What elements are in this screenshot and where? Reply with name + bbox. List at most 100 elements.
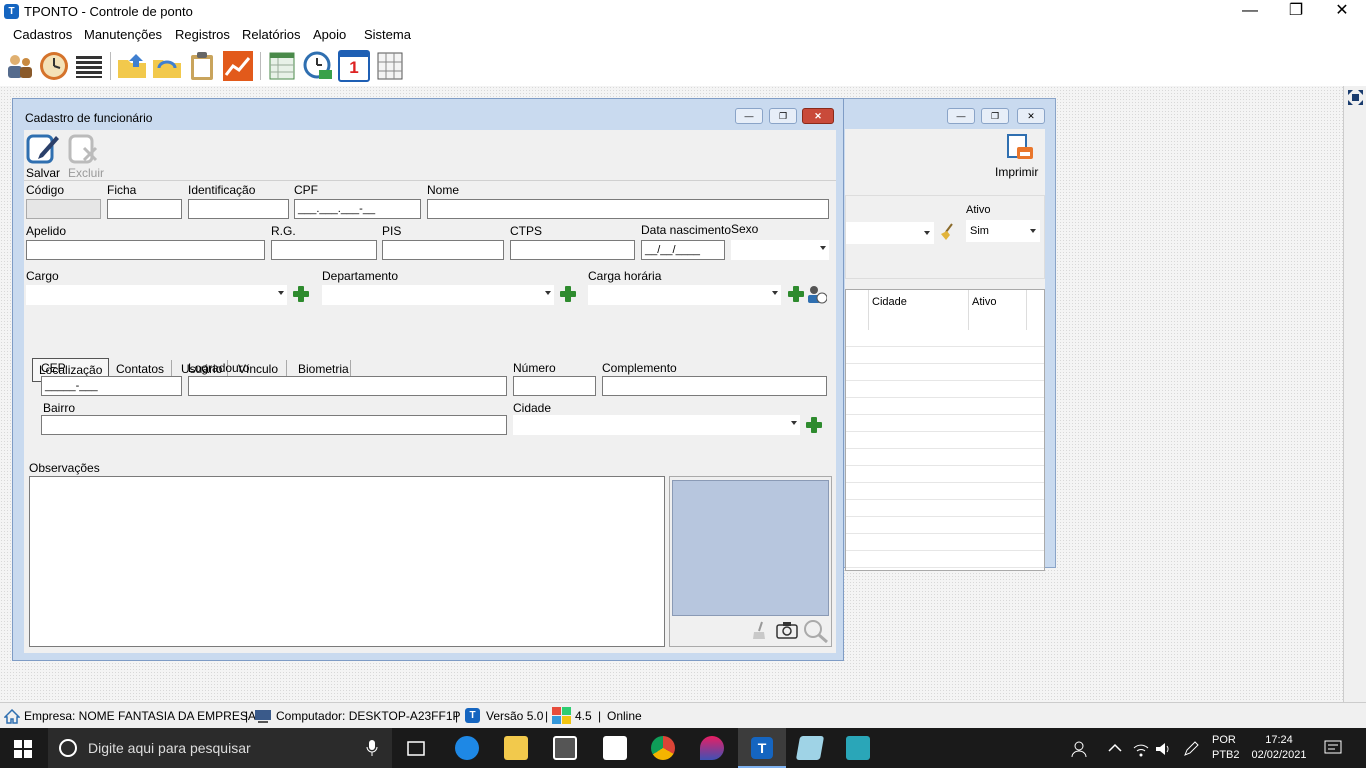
menu-apoio[interactable]: Apoio — [313, 27, 346, 42]
cidade-select[interactable] — [513, 415, 800, 435]
cep-field[interactable]: _____-___ — [41, 376, 182, 396]
status-separator: | — [598, 709, 602, 723]
fullscreen-icon[interactable] — [1347, 89, 1364, 106]
notification-icon[interactable] — [1324, 740, 1342, 756]
toolbar-separator — [110, 52, 111, 80]
file-explorer-icon[interactable] — [504, 736, 528, 760]
paint-app-icon[interactable] — [700, 736, 724, 760]
chrome-icon[interactable] — [651, 736, 675, 760]
print-label[interactable]: Imprimir — [995, 165, 1038, 179]
start-icon[interactable] — [14, 740, 32, 758]
photo-image — [672, 480, 829, 616]
nome-field[interactable] — [427, 199, 829, 219]
close-button[interactable]: ✕ — [1319, 0, 1365, 24]
form-restore-button[interactable]: ❐ — [769, 108, 797, 124]
menu-relatorios[interactable]: Relatórios — [242, 27, 301, 42]
bg-restore-button[interactable]: ❐ — [981, 108, 1009, 124]
tponto-taskbar-button[interactable]: T — [738, 728, 786, 768]
list-icon[interactable] — [73, 50, 105, 82]
chevron-up-icon[interactable] — [1108, 742, 1122, 754]
numero-field[interactable] — [513, 376, 596, 396]
add-departamento-icon[interactable] — [559, 285, 577, 303]
status-separator: | — [545, 709, 549, 723]
pis-field[interactable] — [382, 240, 504, 260]
ficha-field[interactable] — [107, 199, 182, 219]
complemento-field[interactable] — [602, 376, 827, 396]
identificacao-field[interactable] — [188, 199, 289, 219]
save-icon[interactable] — [26, 132, 60, 164]
column-cidade: Cidade — [872, 296, 907, 308]
people-icon[interactable] — [1070, 740, 1088, 758]
bg-close-button[interactable]: ✕ — [1017, 108, 1045, 124]
chevron-down-icon — [278, 291, 284, 295]
language-indicator[interactable]: POR PTB2 — [1212, 733, 1240, 763]
clock-icon[interactable] — [38, 50, 70, 82]
camera-icon[interactable] — [776, 621, 798, 639]
chart-icon[interactable] — [222, 50, 254, 82]
observacoes-textarea[interactable] — [29, 476, 665, 647]
form-close-button[interactable]: ✕ — [802, 108, 834, 124]
search-box[interactable]: Digite aqui para pesquisar — [48, 728, 392, 768]
folder-refresh-icon[interactable] — [151, 50, 183, 82]
departamento-select[interactable] — [322, 285, 554, 305]
logradouro-field[interactable] — [188, 376, 507, 396]
remote-app-icon[interactable] — [846, 736, 870, 760]
cargo-select[interactable] — [26, 285, 287, 305]
calculator-grid-icon[interactable] — [374, 50, 406, 82]
volume-icon[interactable] — [1154, 740, 1172, 758]
clock-check-icon[interactable] — [302, 50, 334, 82]
ativo-select[interactable]: Sim — [966, 220, 1040, 242]
schedule-user-icon[interactable] — [807, 284, 828, 304]
sexo-select[interactable] — [731, 240, 829, 260]
printer-icon[interactable] — [1003, 133, 1035, 165]
minimize-button[interactable]: — — [1227, 0, 1273, 24]
pen-icon[interactable] — [1182, 740, 1200, 758]
clipboard-icon[interactable] — [186, 50, 218, 82]
identificacao-label: Identificação — [188, 183, 256, 197]
add-carga-icon[interactable] — [787, 285, 805, 303]
clock[interactable]: 17:24 02/02/2021 — [1248, 733, 1310, 763]
employees-icon[interactable] — [4, 50, 36, 82]
bairro-field[interactable] — [41, 415, 507, 435]
taskbar: Digite aqui para pesquisar T POR PTB2 17… — [0, 728, 1366, 768]
form-minimize-button[interactable]: — — [735, 108, 763, 124]
bg-grid[interactable]: Cidade Ativo — [845, 289, 1045, 571]
versao-status: Versão 5.0 — [486, 709, 544, 723]
broom-icon[interactable] — [938, 222, 956, 240]
menu-sistema[interactable]: Sistema — [364, 27, 411, 42]
menu-registros[interactable]: Registros — [175, 27, 230, 42]
restore-button[interactable]: ❐ — [1273, 0, 1319, 24]
edge-icon[interactable] — [455, 736, 479, 760]
save-button[interactable]: Salvar — [26, 166, 60, 180]
add-cidade-icon[interactable] — [805, 416, 823, 434]
add-cargo-icon[interactable] — [292, 285, 310, 303]
delete-icon[interactable] — [68, 132, 102, 164]
spreadsheet-icon[interactable] — [266, 50, 298, 82]
apelido-field[interactable] — [26, 240, 265, 260]
delete-button[interactable]: Excluir — [68, 166, 104, 180]
rg-field[interactable] — [271, 240, 377, 260]
microphone-icon[interactable] — [366, 740, 378, 757]
bg-filter-select[interactable] — [846, 222, 934, 244]
right-panel — [1343, 86, 1366, 702]
sticky-notes-icon[interactable] — [603, 736, 627, 760]
clear-photo-icon[interactable] — [750, 620, 768, 640]
task-view-icon[interactable] — [404, 736, 428, 760]
store-icon[interactable] — [553, 736, 577, 760]
search-photo-icon[interactable] — [803, 619, 829, 643]
carga-select[interactable] — [588, 285, 781, 305]
folder-up-icon[interactable] — [116, 50, 148, 82]
complemento-label: Complemento — [602, 361, 677, 375]
notebook-app-icon[interactable] — [795, 736, 825, 760]
menu-cadastros[interactable]: Cadastros — [13, 27, 72, 42]
menu-bar: Cadastros Manutenções Registros Relatóri… — [0, 24, 1366, 46]
bg-minimize-button[interactable]: — — [947, 108, 975, 124]
nascimento-field[interactable]: __/__/____ — [641, 240, 725, 260]
departamento-label: Departamento — [322, 269, 399, 283]
chevron-down-icon — [791, 421, 797, 425]
wifi-icon[interactable] — [1132, 740, 1150, 758]
calendar-one-icon[interactable]: 1 — [338, 50, 370, 82]
menu-manutencoes[interactable]: Manutenções — [84, 27, 162, 42]
cpf-field[interactable]: ___.___.___-__ — [294, 199, 421, 219]
ctps-field[interactable] — [510, 240, 635, 260]
